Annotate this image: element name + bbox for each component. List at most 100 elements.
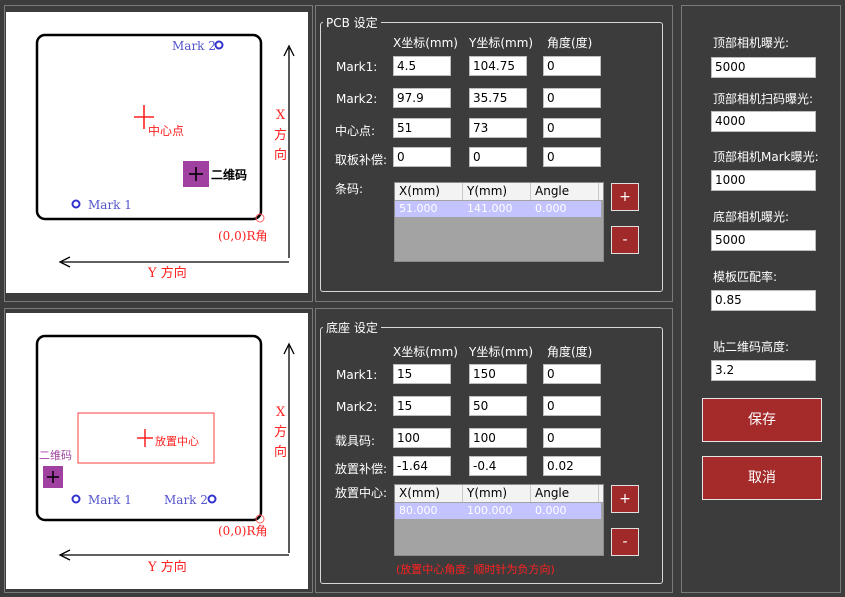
pcb-pick-offset-label: 取板补偿: — [335, 153, 388, 167]
pcb-grid-header: X(mm) Y(mm) Angle — [395, 183, 603, 200]
base-place-offset-y-input[interactable]: -0.4 — [469, 456, 527, 476]
pcb-mark1-icon — [71, 199, 81, 209]
pcb-remove-barcode-button[interactable]: - — [611, 226, 639, 254]
base-place-center-grid[interactable]: X(mm) Y(mm) Angle 80.000 100.000 0.000 — [394, 484, 604, 556]
top-camera-scan-exposure-input[interactable]: 4000 — [711, 111, 816, 132]
pcb-pick-offset-y-input[interactable]: 0 — [469, 147, 527, 167]
base-grid-cell-x[interactable]: 80.000 — [395, 503, 463, 519]
base-mark2-y-input[interactable]: 50 — [469, 396, 527, 416]
pcb-grid-header-y[interactable]: Y(mm) — [463, 183, 531, 200]
pcb-barcode-label: 条码: — [335, 182, 364, 196]
base-add-center-button[interactable]: + — [611, 485, 639, 513]
base-x-dir-1: X — [276, 405, 286, 420]
pcb-col-y: Y坐标(mm) — [469, 36, 534, 50]
pcb-mark2-x-input[interactable]: 97.9 — [393, 88, 451, 108]
base-col-y: Y坐标(mm) — [469, 345, 534, 359]
base-col-angle: 角度(度) — [547, 345, 593, 359]
template-match-rate-label: 模板匹配率: — [713, 270, 778, 284]
pcb-pick-offset-angle-input[interactable]: 0 — [543, 147, 601, 167]
base-place-center-label: 放置中心 — [155, 434, 199, 448]
top-camera-mark-exposure-input[interactable]: 1000 — [711, 170, 816, 191]
top-camera-scan-exposure-label: 顶部相机扫码曝光: — [713, 92, 814, 106]
base-mark2-x-input[interactable]: 15 — [393, 396, 451, 416]
pcb-mark2-label: Mark2: — [336, 92, 378, 106]
qr-paste-height-input[interactable]: 3.2 — [711, 360, 816, 381]
base-board-outline — [35, 334, 263, 522]
bottom-camera-exposure-input[interactable]: 5000 — [711, 230, 816, 251]
pcb-mark2-angle-input[interactable]: 0 — [543, 88, 601, 108]
pcb-diagram: Mark 2 中心点 二维码 Mark 1 (0,0)R角 Y 方向 X 方 向 — [6, 12, 308, 293]
base-grid-header: X(mm) Y(mm) Angle — [395, 485, 603, 502]
base-mark1-angle-input[interactable]: 0 — [543, 364, 601, 384]
pcb-y-dir-label: Y 方向 — [147, 265, 187, 281]
pcb-barcode-grid[interactable]: X(mm) Y(mm) Angle 51.000 141.000 0.000 — [394, 182, 604, 262]
base-carrier-code-y-input[interactable]: 100 — [469, 428, 527, 448]
base-mark2-icon — [207, 494, 217, 504]
template-match-rate-input[interactable]: 0.85 — [711, 290, 816, 311]
pcb-center-angle-input[interactable]: 0 — [543, 118, 601, 138]
cancel-button[interactable]: 取消 — [702, 456, 822, 500]
base-grid-cell-y[interactable]: 100.000 — [463, 503, 531, 519]
pcb-mark2-y-input[interactable]: 35.75 — [469, 88, 527, 108]
base-grid-header-x[interactable]: X(mm) — [395, 485, 463, 502]
pcb-add-barcode-button[interactable]: + — [611, 183, 639, 211]
qr-paste-height-label: 贴二维码高度: — [713, 340, 790, 354]
bottom-camera-exposure-label: 底部相机曝光: — [713, 210, 790, 224]
base-diagram: 放置中心 二维码 Mark 1 Mark 2 (0,0)R角 Y 方向 X 方 … — [6, 313, 308, 589]
table-row[interactable]: 80.000 100.000 0.000 — [395, 503, 601, 519]
pcb-center-label-field: 中心点: — [335, 124, 376, 138]
pcb-center-x-input[interactable]: 51 — [393, 118, 451, 138]
pcb-mark1-label: Mark1: — [336, 60, 378, 74]
pcb-grid-cell-y[interactable]: 141.000 — [463, 201, 531, 217]
top-camera-exposure-label: 顶部相机曝光: — [713, 36, 790, 50]
base-mark1-x-input[interactable]: 15 — [393, 364, 451, 384]
pcb-mark1-angle-input[interactable]: 0 — [543, 56, 601, 76]
top-camera-exposure-input[interactable]: 5000 — [711, 57, 816, 78]
base-mark1-label: Mark1: — [336, 368, 378, 382]
base-angle-note: (放置中心角度: 顺时针为负方向) — [396, 563, 555, 576]
pcb-grid-cell-x[interactable]: 51.000 — [395, 201, 463, 217]
pcb-x-dir-3: 向 — [274, 147, 287, 163]
base-grid-header-y[interactable]: Y(mm) — [463, 485, 531, 502]
pcb-x-dir-2: 方 — [274, 127, 287, 143]
top-camera-mark-exposure-label: 顶部相机Mark曝光: — [713, 150, 819, 164]
base-settings-title: 底座 设定 — [323, 319, 381, 336]
base-mark1-label: Mark 1 — [88, 493, 132, 507]
base-mark2-angle-input[interactable]: 0 — [543, 396, 601, 416]
pcb-grid-cell-angle[interactable]: 0.000 — [531, 201, 599, 217]
base-mark2-label: Mark 2 — [164, 493, 208, 507]
base-x-dir-3: 向 — [274, 444, 287, 460]
pcb-mark1-x-input[interactable]: 4.5 — [393, 56, 451, 76]
base-mark2-label: Mark2: — [336, 400, 378, 414]
base-place-offset-label: 放置补偿: — [335, 462, 388, 476]
pcb-center-label: 中心点 — [148, 123, 184, 138]
pcb-grid-header-x[interactable]: X(mm) — [395, 183, 463, 200]
pcb-center-y-input[interactable]: 73 — [469, 118, 527, 138]
pcb-col-angle: 角度(度) — [547, 36, 593, 50]
pcb-col-x: X坐标(mm) — [393, 36, 458, 50]
pcb-qr-label: 二维码 — [211, 167, 247, 182]
base-origin-label: (0,0)R角 — [218, 524, 267, 538]
pcb-mark1-label: Mark 1 — [88, 198, 132, 212]
base-place-offset-x-input[interactable]: -1.64 — [393, 456, 451, 476]
base-mark1-icon — [71, 494, 81, 504]
pcb-grid-header-angle[interactable]: Angle — [531, 183, 599, 200]
base-carrier-code-angle-input[interactable]: 0 — [543, 428, 601, 448]
base-carrier-code-label: 载具码: — [335, 434, 376, 448]
pcb-mark2-icon — [214, 40, 224, 50]
pcb-origin-label: (0,0)R角 — [218, 229, 267, 243]
save-button[interactable]: 保存 — [702, 398, 822, 442]
base-grid-header-angle[interactable]: Angle — [531, 485, 599, 502]
base-y-dir-label: Y 方向 — [147, 559, 187, 575]
pcb-mark1-y-input[interactable]: 104.75 — [469, 56, 527, 76]
base-place-offset-angle-input[interactable]: 0.02 — [543, 456, 601, 476]
pcb-pick-offset-x-input[interactable]: 0 — [393, 147, 451, 167]
base-grid-cell-angle[interactable]: 0.000 — [531, 503, 599, 519]
base-place-center-field-label: 放置中心: — [335, 486, 388, 500]
base-mark1-y-input[interactable]: 150 — [469, 364, 527, 384]
base-carrier-code-x-input[interactable]: 100 — [393, 428, 451, 448]
table-row[interactable]: 51.000 141.000 0.000 — [395, 201, 601, 217]
pcb-settings-title: PCB 设定 — [323, 14, 381, 31]
base-remove-center-button[interactable]: - — [611, 528, 639, 556]
base-qr-label: 二维码 — [39, 449, 72, 462]
